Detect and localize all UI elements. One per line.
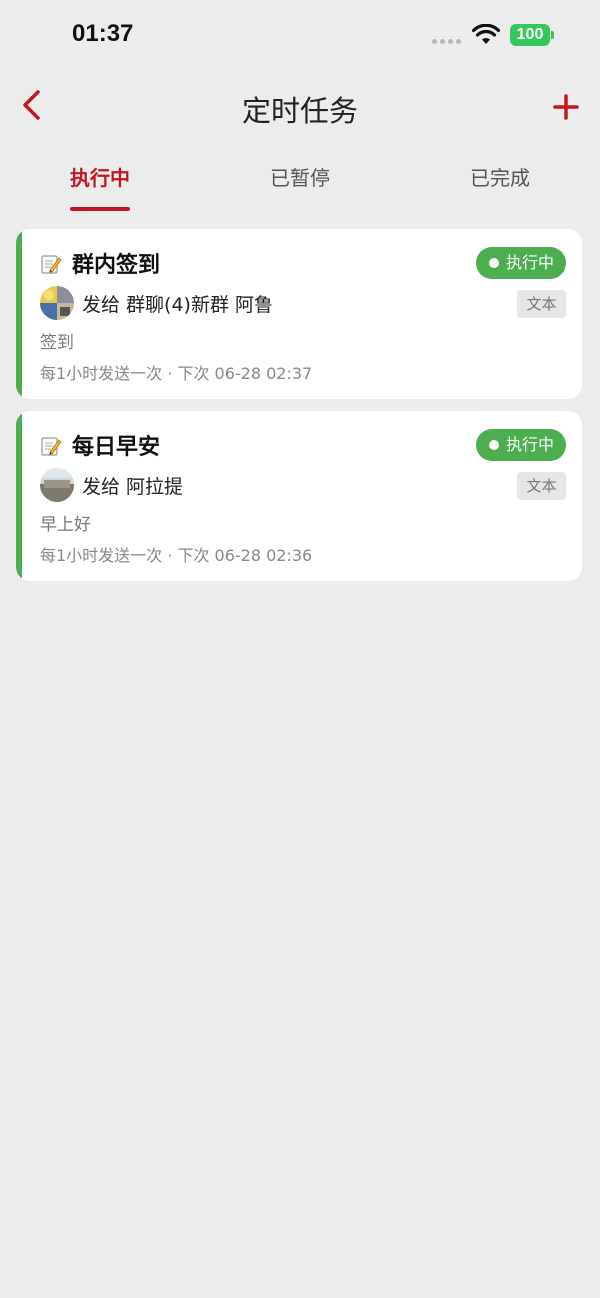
status-label: 执行中 bbox=[506, 435, 555, 454]
message-type-badge: 文本 bbox=[517, 290, 566, 318]
memo-icon bbox=[41, 255, 62, 274]
status-time: 01:37 bbox=[72, 20, 134, 47]
card-accent-bar bbox=[16, 411, 22, 581]
tab-bar: 执行中 已暂停 已完成 bbox=[0, 150, 600, 214]
signal-dots-icon bbox=[432, 39, 461, 44]
card-accent-bar bbox=[16, 229, 22, 399]
status-bar: 01:37 100 bbox=[0, 0, 600, 72]
task-card[interactable]: 每日早安 执行中 发给 阿拉提 文本 早上好 每1小时发送一次 · 下次 06-… bbox=[16, 411, 582, 581]
task-card[interactable]: 群内签到 执行中 发给 群聊(4)新群 阿鲁 文本 签到 每1小时发送一次 · … bbox=[16, 229, 582, 399]
avatar bbox=[40, 468, 74, 502]
task-title: 群内签到 bbox=[72, 253, 161, 278]
status-label: 执行中 bbox=[506, 253, 555, 272]
status-dot-icon bbox=[489, 258, 499, 268]
battery-icon: 100 bbox=[510, 24, 550, 46]
tab-completed[interactable]: 已完成 bbox=[400, 162, 600, 191]
task-schedule: 每1小时发送一次 · 下次 06-28 02:36 bbox=[40, 546, 313, 565]
wifi-icon bbox=[472, 24, 500, 44]
page-title: 定时任务 bbox=[241, 94, 358, 128]
task-content: 早上好 bbox=[40, 515, 91, 535]
task-title: 每日早安 bbox=[72, 435, 161, 460]
status-dot-icon bbox=[489, 440, 499, 450]
task-recipient: 发给 阿拉提 bbox=[82, 476, 184, 498]
task-content: 签到 bbox=[40, 333, 74, 353]
task-schedule: 每1小时发送一次 · 下次 06-28 02:37 bbox=[40, 364, 313, 383]
tab-paused[interactable]: 已暂停 bbox=[200, 162, 400, 191]
status-badge: 执行中 bbox=[476, 429, 566, 461]
nav-bar: 定时任务 bbox=[0, 72, 600, 142]
avatar bbox=[40, 286, 74, 320]
plus-icon[interactable] bbox=[548, 88, 584, 124]
memo-icon bbox=[41, 437, 62, 456]
message-type-badge: 文本 bbox=[517, 472, 566, 500]
battery-tip bbox=[551, 31, 554, 39]
task-recipient: 发给 群聊(4)新群 阿鲁 bbox=[82, 294, 273, 316]
tab-running[interactable]: 执行中 bbox=[0, 162, 200, 191]
active-tab-indicator bbox=[70, 207, 130, 211]
status-badge: 执行中 bbox=[476, 247, 566, 279]
